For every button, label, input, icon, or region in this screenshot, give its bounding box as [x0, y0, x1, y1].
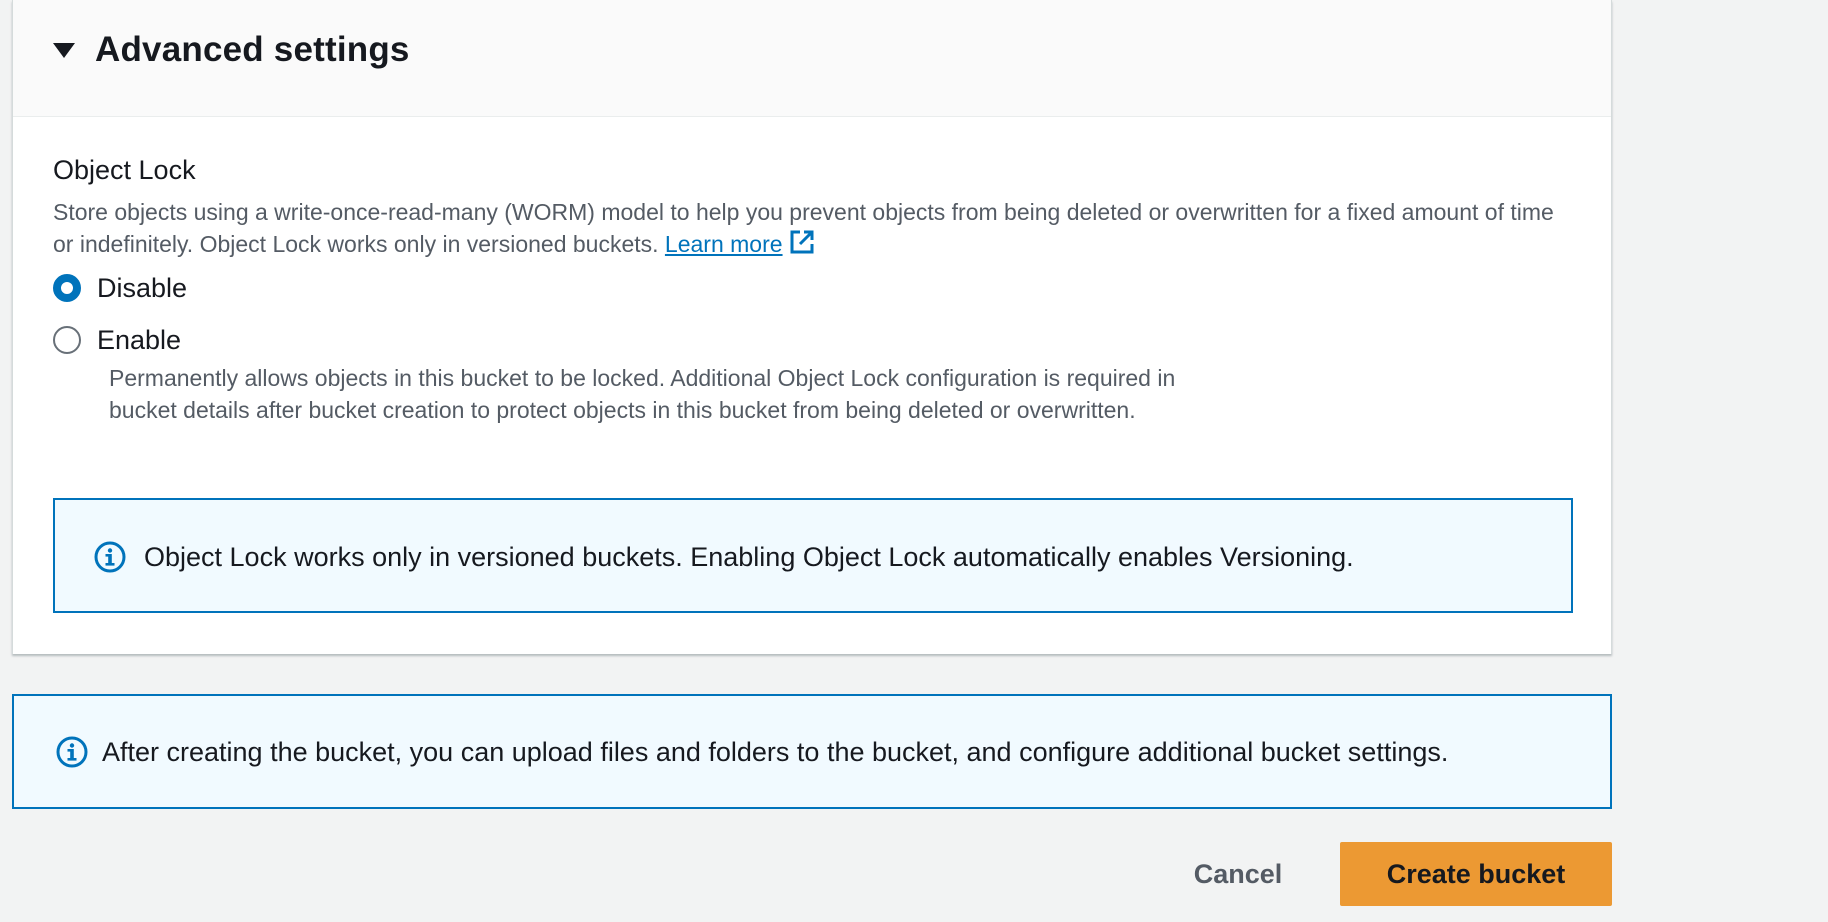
advanced-settings-header[interactable]: Advanced settings [13, 0, 1611, 117]
object-lock-description: Store objects using a write-once-read-ma… [53, 196, 1563, 260]
advanced-settings-panel: Advanced settings Object Lock Store obje… [12, 0, 1612, 654]
info-icon [56, 736, 88, 768]
radio-enable-label: Enable [97, 325, 182, 355]
radio-disable[interactable] [53, 274, 81, 302]
panel-title: Advanced settings [95, 30, 410, 69]
object-lock-info-text: Object Lock works only in versioned buck… [144, 542, 1354, 572]
info-icon [94, 541, 126, 573]
learn-more-link[interactable]: Learn more [665, 231, 783, 257]
bucket-info-text: After creating the bucket, you can uploa… [102, 737, 1449, 767]
radio-enable[interactable] [53, 326, 81, 354]
bucket-info-alert: After creating the bucket, you can uploa… [12, 694, 1612, 809]
radio-enable-description: Permanently allows objects in this bucke… [109, 365, 1176, 423]
object-lock-info-alert: Object Lock works only in versioned buck… [53, 498, 1573, 613]
external-link-icon[interactable] [789, 229, 815, 255]
radio-disable-label: Disable [97, 273, 188, 303]
caret-down-icon[interactable] [53, 43, 75, 58]
create-bucket-button[interactable]: Create bucket [1340, 842, 1612, 906]
object-lock-label: Object Lock [53, 155, 196, 185]
cancel-button[interactable]: Cancel [1168, 842, 1308, 906]
